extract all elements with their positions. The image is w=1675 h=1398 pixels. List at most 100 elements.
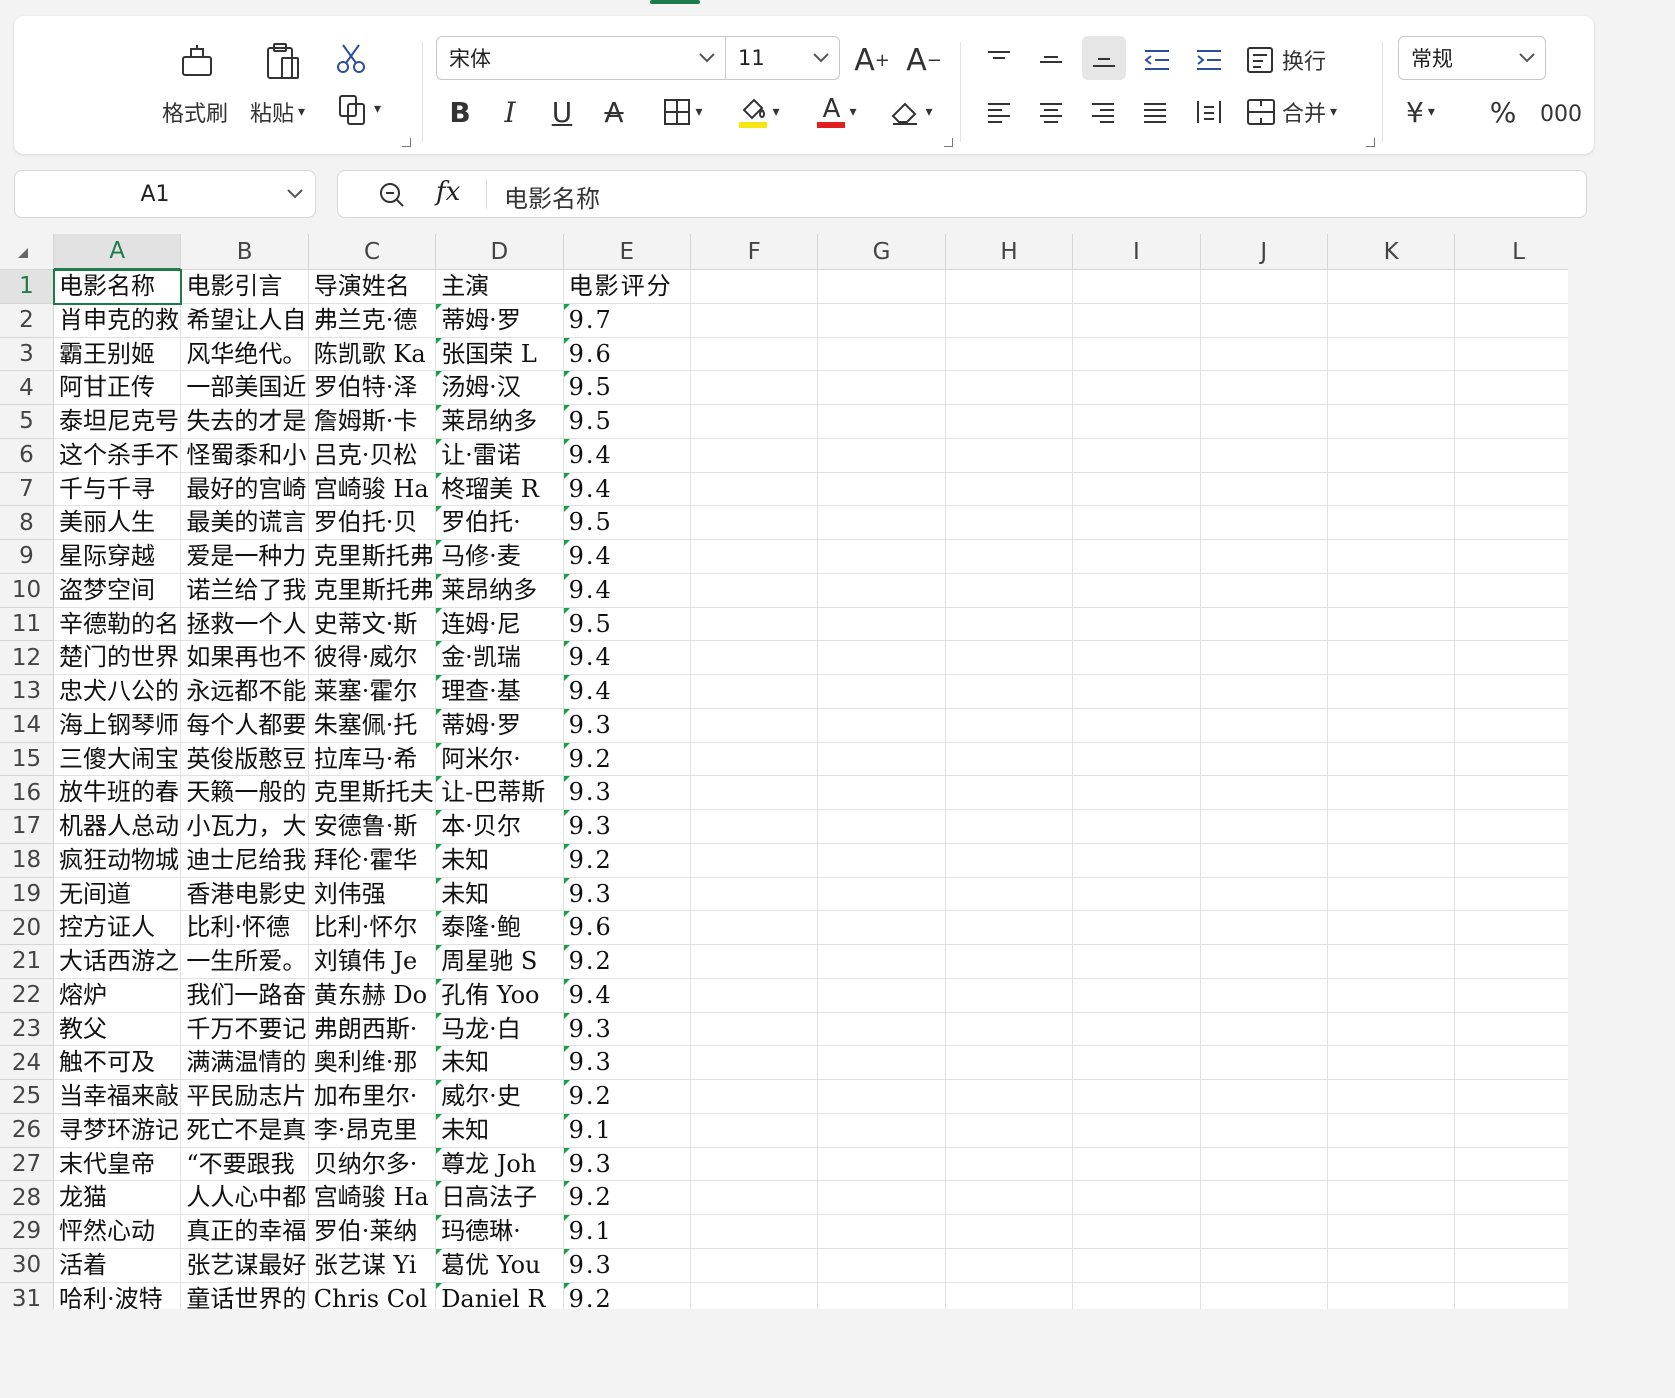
cell-d31[interactable]: Daniel R	[436, 1282, 564, 1309]
cell-a19[interactable]: 无间道	[54, 877, 182, 912]
cell-i25[interactable]	[1073, 1080, 1201, 1114]
column-header-a[interactable]: A	[54, 234, 182, 270]
cell-i19[interactable]	[1073, 877, 1201, 912]
cell-h6[interactable]	[945, 438, 1074, 473]
cell-b23[interactable]: 千万不要记	[181, 1012, 309, 1047]
cell-c15[interactable]: 拉库马·希	[308, 742, 437, 777]
cell-i5[interactable]	[1073, 405, 1201, 439]
cell-c2[interactable]: 弗兰克·德	[308, 303, 437, 338]
cell-e17[interactable]: 9.3	[563, 810, 691, 844]
cell-j28[interactable]	[1200, 1181, 1328, 1215]
cell-g3[interactable]	[818, 337, 946, 372]
cell-c7[interactable]: 宫崎骏 Ha	[308, 472, 437, 507]
cell-g27[interactable]	[818, 1147, 946, 1182]
cell-d21[interactable]: 周星驰 S	[436, 945, 564, 979]
cell-l8[interactable]	[1455, 506, 1568, 540]
cell-h4[interactable]	[945, 371, 1074, 405]
cell-c4[interactable]: 罗伯特·泽	[308, 371, 437, 405]
cell-f5[interactable]	[691, 405, 819, 439]
cell-j29[interactable]	[1200, 1215, 1328, 1249]
cell-c20[interactable]: 比利·怀尔	[308, 911, 437, 945]
cell-d25[interactable]: 威尔·史	[436, 1080, 564, 1114]
cell-l31[interactable]	[1455, 1283, 1568, 1310]
cell-j19[interactable]	[1200, 877, 1328, 912]
cell-k3[interactable]	[1328, 337, 1456, 372]
merge-button[interactable]: 合并 ▾	[1246, 92, 1337, 132]
cell-h16[interactable]	[945, 776, 1074, 810]
cell-c16[interactable]: 克里斯托夫	[308, 776, 437, 810]
cell-h30[interactable]	[945, 1248, 1074, 1283]
cell-b18[interactable]: 迪士尼给我	[181, 843, 309, 878]
fill-color-button[interactable]: ▾	[726, 90, 792, 134]
cell-e9[interactable]: 9.4	[563, 540, 691, 574]
increase-indent-icon[interactable]	[1188, 40, 1230, 80]
cell-k26[interactable]	[1328, 1113, 1456, 1148]
cell-j23[interactable]	[1200, 1012, 1328, 1047]
cell-h7[interactable]	[945, 472, 1074, 507]
cell-e12[interactable]: 9.4	[563, 641, 691, 675]
column-header-b[interactable]: B	[181, 234, 309, 270]
cell-j24[interactable]	[1200, 1046, 1328, 1080]
cell-f23[interactable]	[691, 1012, 819, 1047]
column-header-f[interactable]: F	[691, 234, 819, 270]
row-header[interactable]: 16	[0, 776, 54, 810]
cell-b4[interactable]: 一部美国近	[181, 371, 309, 405]
cell-h29[interactable]	[945, 1215, 1074, 1249]
cell-e2[interactable]: 9.7	[563, 303, 691, 338]
cell-b27[interactable]: “不要跟我	[181, 1147, 309, 1182]
cell-g22[interactable]	[818, 978, 946, 1013]
cell-f24[interactable]	[691, 1046, 819, 1080]
cell-k28[interactable]	[1328, 1181, 1456, 1215]
cell-i2[interactable]	[1073, 303, 1201, 338]
cell-k10[interactable]	[1328, 573, 1456, 608]
cell-k19[interactable]	[1328, 877, 1456, 912]
cell-b24[interactable]: 满满温情的	[181, 1046, 309, 1080]
cell-a28[interactable]: 龙猫	[54, 1181, 182, 1215]
cell-k18[interactable]	[1328, 843, 1456, 878]
cell-i1[interactable]	[1073, 270, 1201, 304]
cut-icon[interactable]	[330, 38, 372, 80]
cell-d26[interactable]: 未知	[436, 1113, 564, 1148]
cell-a26[interactable]: 寻梦环游记	[54, 1113, 182, 1148]
cell-k27[interactable]	[1328, 1147, 1456, 1182]
select-all-button[interactable]	[0, 234, 54, 270]
cell-b11[interactable]: 拯救一个人	[181, 607, 309, 642]
cell-h25[interactable]	[945, 1080, 1074, 1114]
cell-f30[interactable]	[691, 1248, 819, 1283]
cell-j4[interactable]	[1200, 371, 1328, 405]
cell-i28[interactable]	[1073, 1181, 1201, 1215]
cell-l18[interactable]	[1455, 844, 1568, 878]
cell-i24[interactable]	[1073, 1046, 1201, 1080]
cell-l10[interactable]	[1455, 574, 1568, 608]
cell-g29[interactable]	[818, 1215, 946, 1249]
zoom-search-icon[interactable]	[378, 181, 406, 213]
cell-f28[interactable]	[691, 1181, 819, 1215]
cell-l28[interactable]	[1455, 1181, 1568, 1215]
chevron-down-icon[interactable]	[689, 52, 725, 64]
cell-j12[interactable]	[1200, 641, 1328, 675]
cell-l25[interactable]	[1455, 1080, 1568, 1114]
cell-i31[interactable]	[1073, 1282, 1201, 1309]
cell-d5[interactable]: 莱昂纳多	[436, 405, 564, 439]
row-header[interactable]: 5	[0, 405, 54, 439]
cell-b1[interactable]: 电影引言	[181, 270, 309, 304]
cell-j13[interactable]	[1200, 675, 1328, 709]
cell-g19[interactable]	[818, 877, 946, 912]
cell-g7[interactable]	[818, 472, 946, 507]
cell-h12[interactable]	[945, 641, 1074, 675]
cell-d16[interactable]: 让-巴蒂斯	[436, 776, 564, 810]
cell-b29[interactable]: 真正的幸福	[181, 1215, 309, 1249]
cell-i27[interactable]	[1073, 1147, 1201, 1182]
row-header[interactable]: 27	[0, 1147, 54, 1182]
cell-a7[interactable]: 千与千寻	[54, 472, 182, 507]
cell-i10[interactable]	[1073, 573, 1201, 608]
cell-f10[interactable]	[691, 573, 819, 608]
cell-f26[interactable]	[691, 1113, 819, 1148]
cell-g31[interactable]	[818, 1282, 946, 1309]
cell-a25[interactable]: 当幸福来敲	[54, 1080, 182, 1114]
cell-k11[interactable]	[1328, 607, 1456, 642]
cell-a18[interactable]: 疯狂动物城	[54, 843, 182, 878]
cell-i7[interactable]	[1073, 472, 1201, 507]
cell-l23[interactable]	[1455, 1013, 1568, 1047]
cell-j20[interactable]	[1200, 911, 1328, 945]
